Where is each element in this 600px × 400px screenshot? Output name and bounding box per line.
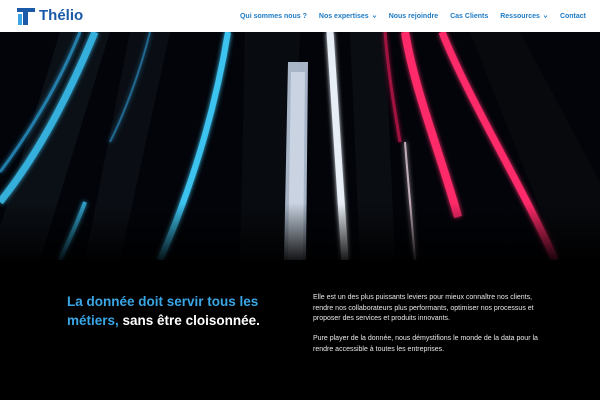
nav-item-nous-rejoindre[interactable]: Nous rejoindre	[389, 13, 438, 20]
nav-item-contact[interactable]: Contact	[560, 13, 586, 20]
nav-item-label: Nos expertises	[318, 12, 369, 20]
nav-item-ressources[interactable]: Ressources	[500, 13, 548, 20]
intro-paragraph-2: Pure player de la donnée, nous démystifi…	[313, 335, 538, 353]
chevron-down-icon	[372, 14, 377, 18]
nav-item-label: Qui sommes nous ?	[239, 12, 307, 20]
nav-item-nos-expertises[interactable]: Nos expertises	[319, 13, 377, 20]
site-header: Thélio Qui sommes nous ? Nos expertises …	[0, 0, 600, 32]
brand-logo[interactable]: Thélio	[16, 6, 83, 26]
nav-item-qui-sommes-nous[interactable]: Qui sommes nous ?	[240, 13, 307, 20]
nav-item-label: Ressources	[500, 12, 540, 20]
headline-rest: sans être cloisonnée.	[118, 313, 260, 328]
chevron-down-icon	[543, 14, 548, 18]
nav-item-label: Contact	[559, 12, 586, 20]
light-trails-illustration	[0, 32, 600, 260]
nav-item-label: Nous rejoindre	[388, 12, 439, 20]
logo-mark-icon	[17, 8, 35, 25]
nav-item-cas-clients[interactable]: Cas Clients	[450, 13, 488, 20]
brand-name: Thélio	[39, 7, 84, 24]
hero-image	[0, 32, 600, 260]
nav-item-label: Cas Clients	[450, 12, 489, 20]
intro-section: La donnée doit servir tous les métiers, …	[0, 260, 600, 400]
main-nav: Qui sommes nous ? Nos expertises Nous re…	[228, 0, 586, 32]
section-headline: La donnée doit servir tous les métiers, …	[67, 292, 287, 330]
intro-paragraph-1: Elle est un des plus puissants leviers p…	[313, 294, 534, 322]
